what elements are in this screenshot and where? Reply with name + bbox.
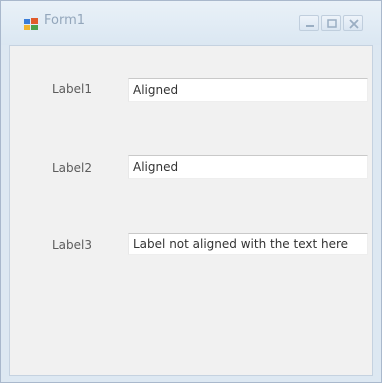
textbox-1[interactable] — [128, 78, 368, 102]
minimize-icon — [306, 25, 314, 27]
close-icon — [349, 19, 359, 29]
label-2: Label2 — [52, 161, 93, 175]
close-button[interactable] — [343, 15, 363, 31]
maximize-icon — [327, 19, 337, 28]
title-bar[interactable]: Form1 — [1, 1, 381, 45]
textbox-3[interactable] — [128, 233, 368, 255]
textbox-2[interactable] — [128, 155, 368, 179]
label-1: Label1 — [52, 82, 93, 96]
maximize-button[interactable] — [321, 15, 341, 31]
form-window: Form1 Label1 Label2 Label3 — [0, 0, 382, 383]
label-3: Label3 — [52, 238, 93, 252]
window-title: Form1 — [44, 13, 86, 28]
form-client-area: Label1 Label2 Label3 — [9, 45, 373, 376]
app-icon — [23, 16, 39, 30]
minimize-button[interactable] — [299, 15, 319, 31]
